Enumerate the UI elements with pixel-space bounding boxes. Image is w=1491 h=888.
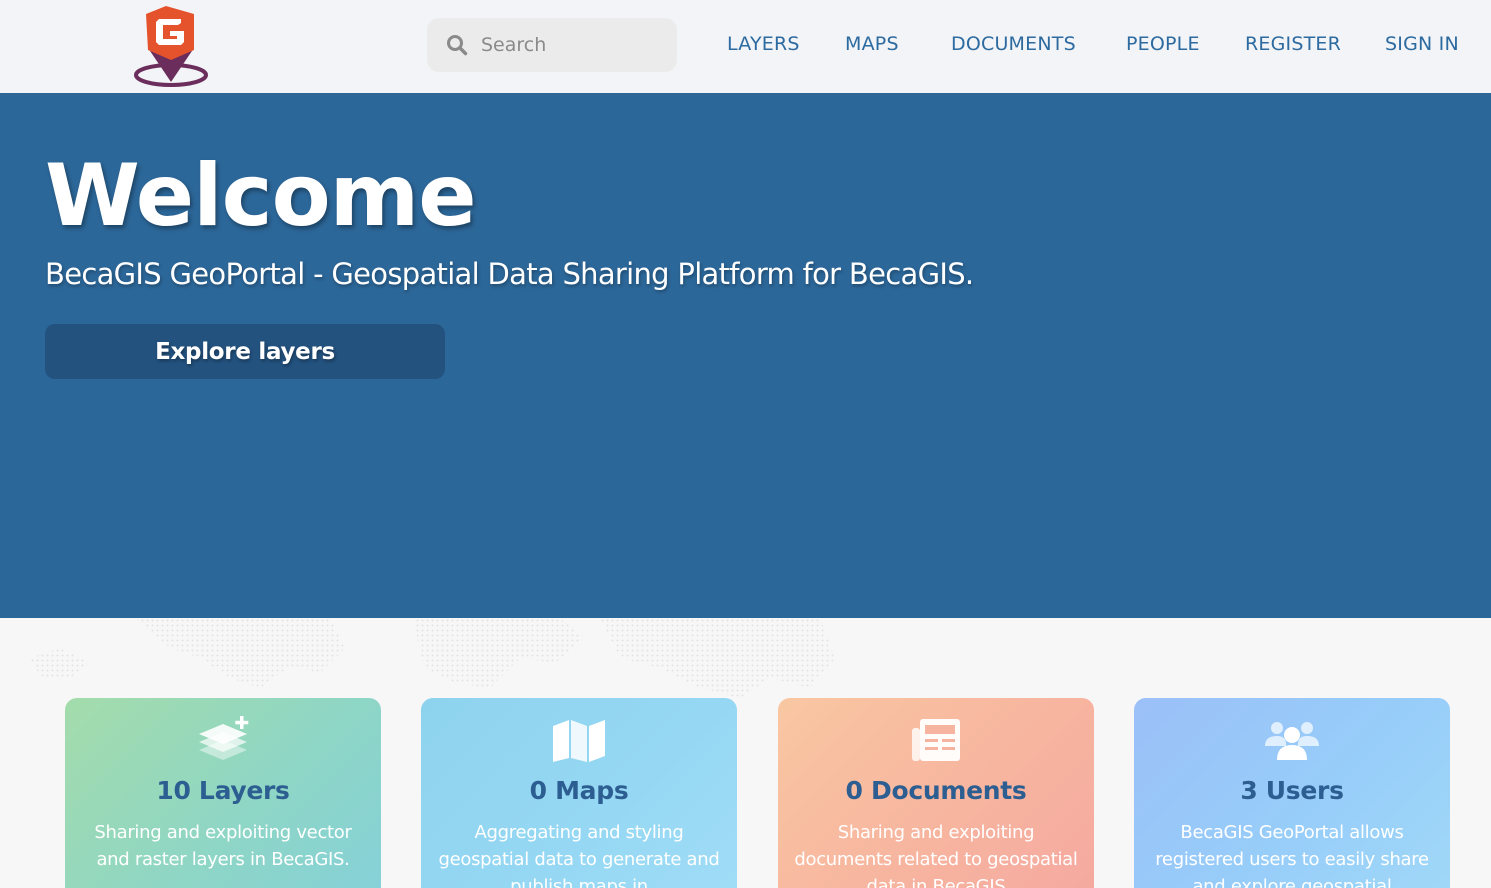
layers-card[interactable]: 10 Layers Sharing and exploiting vector …	[65, 698, 381, 888]
geoportal-logo[interactable]	[132, 4, 210, 88]
hero-title: Welcome	[45, 146, 477, 246]
users-icon	[1265, 722, 1319, 760]
layers-add-icon	[199, 716, 249, 760]
hero-banner: Welcome BecaGIS GeoPortal - Geospatial D…	[0, 93, 1491, 618]
search-box[interactable]	[427, 18, 677, 72]
layers-count: 10 Layers	[156, 776, 290, 805]
layers-description: Sharing and exploiting vector and raster…	[94, 822, 352, 870]
search-input[interactable]	[481, 18, 661, 72]
maps-description: Aggregating and styling geospatial data …	[438, 822, 720, 888]
hero-subtitle: BecaGIS GeoPortal - Geospatial Data Shar…	[45, 257, 974, 291]
nav-maps[interactable]: MAPS	[845, 33, 899, 55]
explore-layers-button[interactable]: Explore layers	[45, 324, 445, 379]
users-card[interactable]: 3 Users BecaGIS GeoPortal allows registe…	[1134, 698, 1450, 888]
nav-layers[interactable]: LAYERS	[727, 33, 800, 55]
nav-documents[interactable]: DOCUMENTS	[951, 33, 1076, 55]
map-icon	[553, 720, 605, 762]
nav-register[interactable]: REGISTER	[1245, 33, 1341, 55]
nav-sign-in[interactable]: SIGN IN	[1385, 33, 1459, 55]
maps-card[interactable]: 0 Maps Aggregating and styling geospatia…	[421, 698, 737, 888]
documents-count: 0 Documents	[845, 776, 1027, 805]
users-count: 3 Users	[1240, 776, 1344, 805]
documents-card[interactable]: 0 Documents Sharing and exploiting docum…	[778, 698, 1094, 888]
newspaper-icon	[912, 719, 960, 761]
documents-description: Sharing and exploiting documents related…	[794, 822, 1078, 888]
nav-people[interactable]: PEOPLE	[1126, 33, 1200, 55]
top-navbar: LAYERS MAPS DOCUMENTS PEOPLE REGISTER SI…	[0, 0, 1491, 93]
maps-count: 0 Maps	[529, 776, 629, 805]
users-description: BecaGIS GeoPortal allows registered user…	[1155, 822, 1429, 888]
search-icon	[447, 35, 468, 56]
